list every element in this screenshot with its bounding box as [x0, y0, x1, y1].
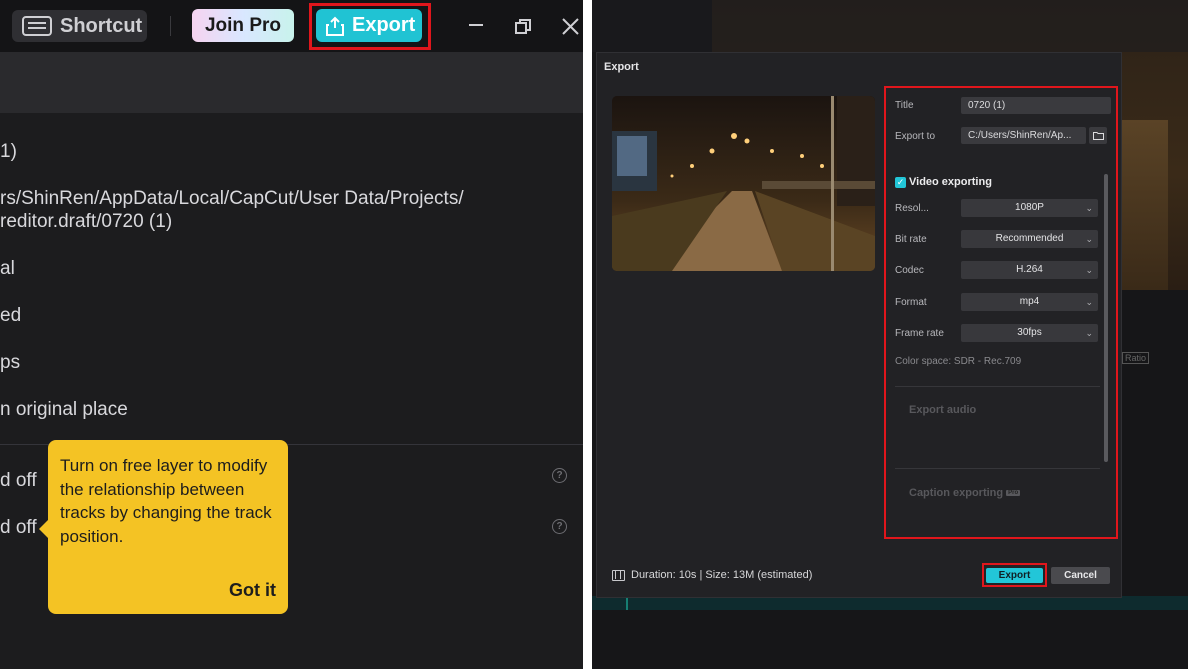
framerate-label: Frame rate [895, 328, 944, 339]
format-select[interactable]: mp4 ⌄ [961, 293, 1098, 311]
resolution-select[interactable]: 1080P ⌄ [961, 199, 1098, 217]
caption-exporting-label: Caption exporting Pro [909, 487, 1021, 499]
join-pro-button[interactable]: Join Pro [192, 9, 294, 42]
settings-divider [895, 386, 1100, 387]
background-preview-lit [1120, 120, 1168, 290]
framerate-value: 30fps [1017, 327, 1042, 338]
close-icon[interactable] [562, 17, 579, 39]
codec-select[interactable]: H.264 ⌄ [961, 261, 1098, 279]
video-exporting-label: Video exporting [909, 176, 992, 188]
toggle-row-1-label: d off [0, 470, 37, 491]
pro-badge: Pro [1006, 490, 1021, 497]
timeline-playhead[interactable] [626, 596, 628, 610]
codec-value: H.264 [1016, 264, 1043, 275]
screenshot-composite: Shortcut Join Pro Export 1) rs/ShinRen/A… [0, 0, 1188, 669]
toggle-row-2-label: d off [0, 517, 37, 538]
dialog-title: Export [604, 61, 639, 73]
title-label: Title [895, 100, 914, 111]
export-button[interactable]: Export [986, 568, 1043, 583]
minimize-icon[interactable] [468, 13, 484, 37]
bitrate-select[interactable]: Recommended ⌄ [961, 230, 1098, 248]
project-path-line-2: reditor.draft/0720 (1) [0, 211, 173, 232]
export-footer-info: Duration: 10s | Size: 13M (estimated) [612, 569, 812, 581]
folder-icon[interactable] [1089, 127, 1107, 144]
keyboard-icon [22, 16, 52, 36]
settings-scrollbar[interactable] [1104, 174, 1108, 462]
export-audio-label: Export audio [909, 404, 977, 416]
restore-icon[interactable] [515, 17, 531, 39]
capcut-main-window: Shortcut Join Pro Export 1) rs/ShinRen/A… [0, 0, 583, 669]
video-exporting-checkbox[interactable]: ✓ [895, 177, 906, 188]
shortcut-button[interactable]: Shortcut [12, 10, 147, 42]
format-value: mp4 [1019, 296, 1040, 307]
panel-header [0, 52, 583, 113]
toolbar-separator [170, 16, 171, 36]
project-name-value: 1) [0, 141, 17, 162]
help-icon[interactable]: ? [552, 519, 567, 534]
codec-label: Codec [895, 265, 924, 276]
color-space-text: Color space: SDR - Rec.709 [895, 356, 1022, 367]
export-button-top[interactable]: Export [316, 9, 422, 42]
info-value-1: al [0, 258, 15, 279]
bitrate-value: Recommended [995, 233, 1064, 244]
settings-divider [895, 468, 1100, 469]
free-layer-tooltip: Turn on free layer to modify the relatio… [39, 440, 288, 614]
export-dialog-screenshot: Ratio Export Title 0720 (1) Export to C:… [592, 0, 1188, 669]
chevron-down-icon: ⌄ [1085, 234, 1093, 244]
info-value-3: ps [0, 352, 21, 373]
title-input[interactable]: 0720 (1) [961, 97, 1111, 114]
tooltip-text: Turn on free layer to modify the relatio… [60, 456, 272, 546]
chevron-down-icon: ⌄ [1085, 328, 1093, 338]
image-divider [583, 0, 592, 669]
export-settings-panel: Title 0720 (1) Export to C:/Users/ShinRe… [884, 86, 1118, 539]
format-label: Format [895, 297, 927, 308]
export-path-input[interactable]: C:/Users/ShinRen/Ap... [961, 127, 1086, 144]
help-icon[interactable]: ? [552, 468, 567, 483]
shortcut-label: Shortcut [60, 14, 143, 37]
got-it-button[interactable]: Got it [229, 579, 276, 603]
framerate-select[interactable]: 30fps ⌄ [961, 324, 1098, 342]
export-dialog: Export Title 0720 (1) Export to C:/Users… [596, 52, 1122, 598]
info-value-4: n original place [0, 399, 128, 420]
background-toolbar [592, 0, 1188, 52]
upload-icon [326, 16, 344, 36]
chevron-down-icon: ⌄ [1085, 265, 1093, 275]
video-thumbnail [612, 96, 875, 271]
film-icon [612, 569, 625, 581]
timeline-track [592, 596, 1188, 610]
info-value-2: ed [0, 305, 22, 326]
project-path-line-1: rs/ShinRen/AppData/Local/CapCut/User Dat… [0, 188, 464, 209]
chevron-down-icon: ⌄ [1085, 297, 1093, 307]
bitrate-label: Bit rate [895, 234, 927, 245]
cancel-button[interactable]: Cancel [1051, 567, 1110, 584]
export-label: Export [352, 14, 416, 36]
export-to-label: Export to [895, 131, 936, 142]
caption-exporting-text: Caption exporting [909, 487, 1004, 499]
duration-size-text: Duration: 10s | Size: 13M (estimated) [631, 569, 813, 581]
chevron-down-icon: ⌄ [1085, 203, 1093, 213]
ratio-button[interactable]: Ratio [1122, 352, 1150, 364]
resolution-label: Resol... [895, 203, 929, 214]
resolution-value: 1080P [1015, 202, 1044, 213]
top-toolbar: Shortcut Join Pro Export [0, 0, 583, 52]
